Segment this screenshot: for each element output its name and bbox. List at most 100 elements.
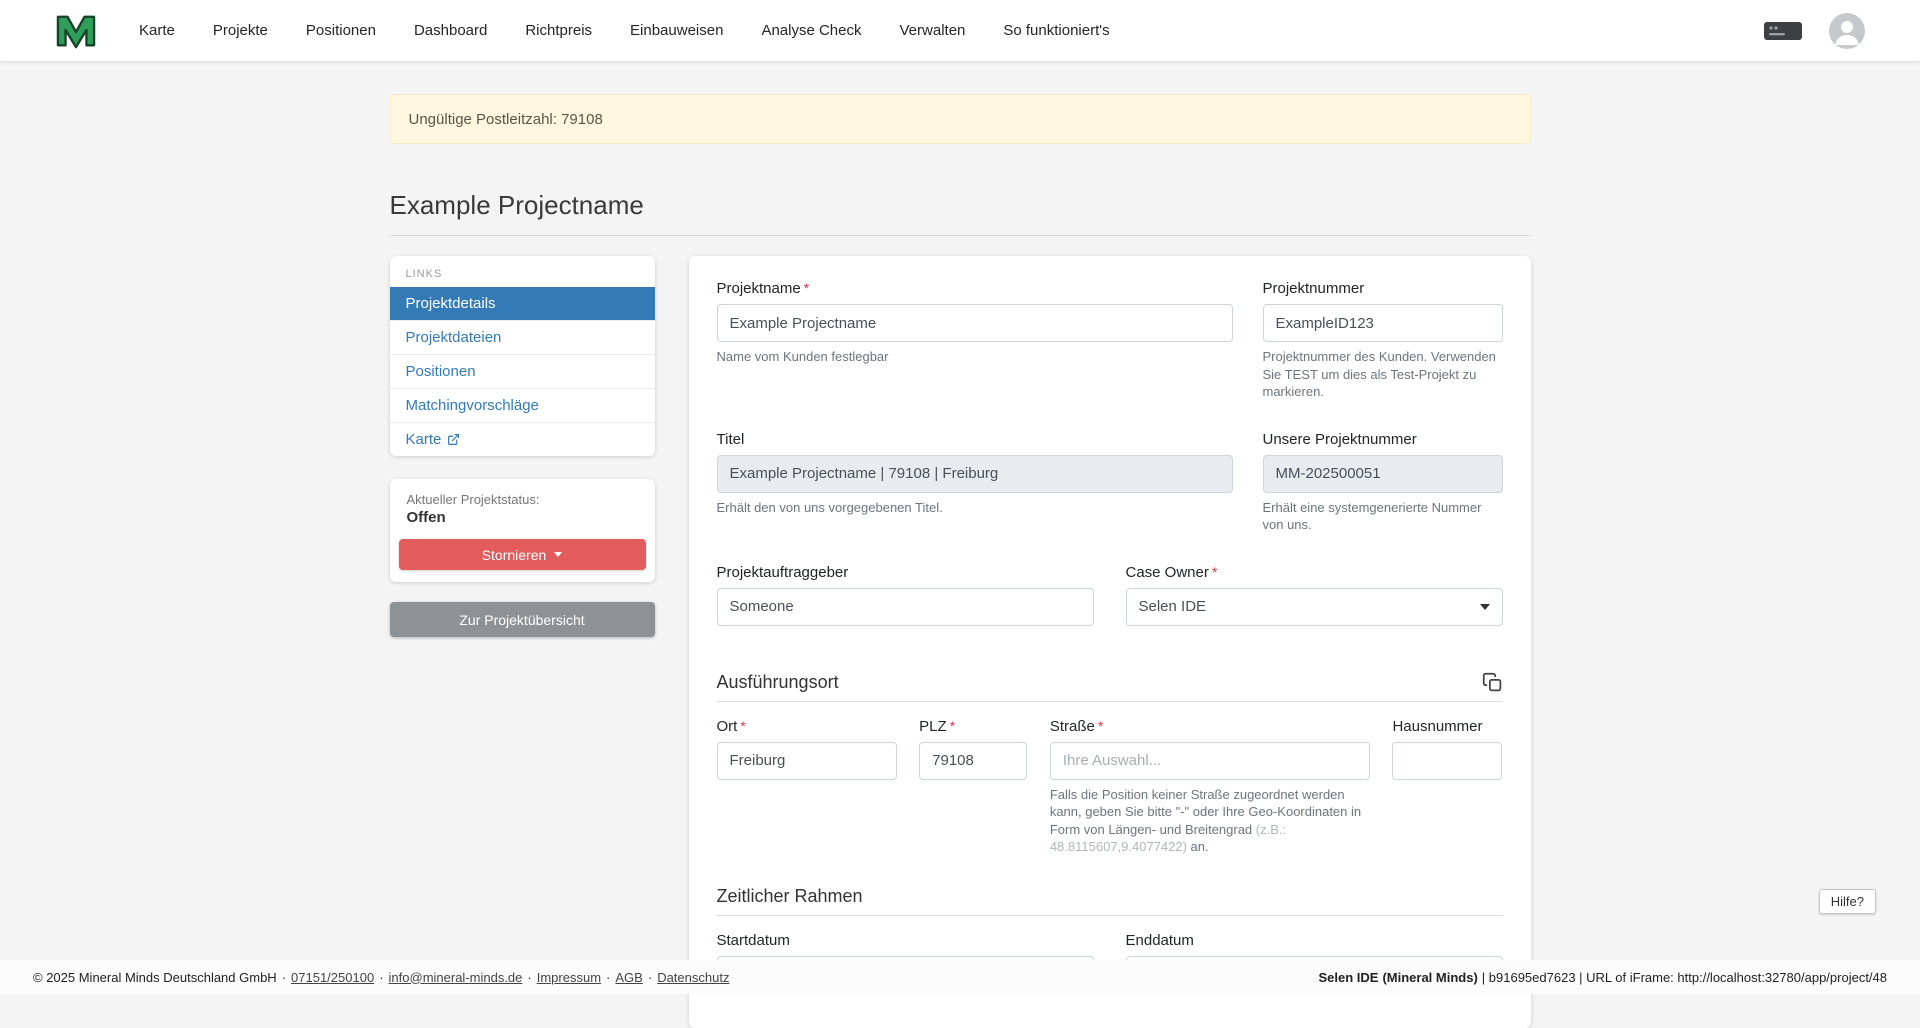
separator: · <box>527 970 531 985</box>
projektname-input[interactable] <box>717 304 1233 342</box>
nav-einbauweisen[interactable]: Einbauweisen <box>630 22 723 39</box>
required-asterisk: * <box>804 280 809 296</box>
separator: · <box>648 970 652 985</box>
required-asterisk: * <box>950 718 955 734</box>
caret-down-icon <box>554 552 562 557</box>
sidebar-item-karte[interactable]: Karte <box>390 422 655 456</box>
footer: © 2025 Mineral Minds Deutschland GmbH · … <box>0 960 1920 994</box>
titel-input <box>717 455 1233 493</box>
ausfuehrungsort-heading: Ausführungsort <box>717 672 839 693</box>
strasse-group: Straße* Falls die Position keiner Straße… <box>1050 718 1370 856</box>
warning-alert-text: Ungültige Postleitzahl: 79108 <box>409 111 603 128</box>
status-value: Offen <box>399 507 646 526</box>
footer-agb-link[interactable]: AGB <box>615 970 642 985</box>
chevron-down-icon <box>1480 604 1490 610</box>
nav-karte[interactable]: Karte <box>139 22 175 39</box>
case-owner-group: Case Owner* Selen IDE <box>1126 564 1503 626</box>
unsere-projektnummer-help: Erhält eine systemgenerierte Nummer von … <box>1263 499 1503 534</box>
sidebar-item-positionen[interactable]: Positionen <box>390 354 655 388</box>
zeitlicher-rahmen-heading: Zeitlicher Rahmen <box>717 886 863 907</box>
ort-label: Ort* <box>717 718 897 735</box>
ort-group: Ort* <box>717 718 897 856</box>
sidebar-item-projektdetails[interactable]: Projektdetails <box>390 287 655 320</box>
footer-user: Selen IDE <box>1318 970 1378 985</box>
projektnummer-help: Projektnummer des Kunden. Verwenden Sie … <box>1263 348 1503 401</box>
external-link-icon <box>447 433 460 446</box>
copy-icon[interactable] <box>1482 672 1503 693</box>
titel-help: Erhält den von uns vorgegebenen Titel. <box>717 499 1233 517</box>
divider <box>390 235 1531 236</box>
plz-label: PLZ* <box>919 718 1027 735</box>
nav-links: Karte Projekte Positionen Dashboard Rich… <box>139 22 1148 39</box>
footer-right: Selen IDE (Mineral Minds) | b91695ed7623… <box>1318 970 1887 985</box>
ort-input[interactable] <box>717 742 897 780</box>
footer-left: © 2025 Mineral Minds Deutschland GmbH · … <box>33 970 729 985</box>
mineral-minds-logo[interactable] <box>55 11 99 51</box>
project-details-form: Projektname* Name vom Kunden festlegbar … <box>689 256 1531 1028</box>
case-owner-label: Case Owner* <box>1126 564 1503 581</box>
projektauftraggeber-input[interactable] <box>717 588 1094 626</box>
unsere-projektnummer-input <box>1263 455 1503 493</box>
nav-positionen[interactable]: Positionen <box>306 22 376 39</box>
footer-email-link[interactable]: info@mineral-minds.de <box>389 970 523 985</box>
user-avatar[interactable] <box>1829 13 1865 49</box>
nav-verwalten[interactable]: Verwalten <box>900 22 966 39</box>
ausfuehrungsort-section-head: Ausführungsort <box>717 672 1503 693</box>
nav-richtpreis[interactable]: Richtpreis <box>525 22 592 39</box>
strasse-help: Falls die Position keiner Straße zugeord… <box>1050 786 1370 856</box>
sidebar-item-matchingvorschlaege[interactable]: Matchingvorschläge <box>390 388 655 422</box>
plz-group: PLZ* <box>919 718 1027 856</box>
project-overview-button[interactable]: Zur Projektübersicht <box>390 602 655 637</box>
footer-session-info: | b91695ed7623 | URL of iFrame: http://l… <box>1482 970 1887 985</box>
sidebar: LINKS Projektdetails Projektdateien Posi… <box>390 256 655 637</box>
sidebar-item-projektdateien[interactable]: Projektdateien <box>390 320 655 354</box>
form-row: Projektauftraggeber Case Owner* Selen ID… <box>717 564 1503 626</box>
required-asterisk: * <box>740 718 745 734</box>
plz-input[interactable] <box>919 742 1027 780</box>
nav-analyse-check[interactable]: Analyse Check <box>761 22 861 39</box>
status-card: Aktueller Projektstatus: Offen Storniere… <box>390 479 655 582</box>
copyright-text: © 2025 Mineral Minds Deutschland GmbH <box>33 970 277 985</box>
case-owner-select[interactable]: Selen IDE <box>1126 588 1503 626</box>
required-asterisk: * <box>1098 718 1103 734</box>
titel-group: Titel Erhält den von uns vorgegebenen Ti… <box>717 431 1233 534</box>
nav-so-funktionierts[interactable]: So funktioniert's <box>1003 22 1109 39</box>
projektnummer-group: Projektnummer Projektnummer des Kunden. … <box>1263 280 1503 401</box>
projektname-group: Projektname* Name vom Kunden festlegbar <box>717 280 1233 401</box>
zeitlicher-rahmen-section-head: Zeitlicher Rahmen <box>717 886 1503 907</box>
links-header: LINKS <box>390 256 655 287</box>
strasse-label: Straße* <box>1050 718 1370 735</box>
divider <box>717 915 1503 916</box>
stornieren-button[interactable]: Stornieren <box>399 539 646 570</box>
separator: · <box>282 970 286 985</box>
nav-dashboard[interactable]: Dashboard <box>414 22 487 39</box>
startdatum-label: Startdatum <box>717 932 1094 949</box>
stornieren-button-label: Stornieren <box>482 547 547 563</box>
sidebar-item-label: Karte <box>406 431 442 448</box>
titel-label: Titel <box>717 431 1233 448</box>
warning-alert: Ungültige Postleitzahl: 79108 <box>390 94 1531 144</box>
logo-icon <box>55 12 97 50</box>
footer-phone-link[interactable]: 07151/250100 <box>291 970 374 985</box>
unsere-projektnummer-label: Unsere Projektnummer <box>1263 431 1503 448</box>
strasse-input[interactable] <box>1050 742 1370 780</box>
enddatum-label: Enddatum <box>1126 932 1503 949</box>
nav-projekte[interactable]: Projekte <box>213 22 268 39</box>
help-button[interactable]: Hilfe? <box>1819 889 1876 914</box>
separator: · <box>379 970 383 985</box>
projektauftraggeber-group: Projektauftraggeber <box>717 564 1094 626</box>
page-title: Example Projectname <box>390 190 1531 221</box>
hausnummer-group: Hausnummer <box>1392 718 1502 856</box>
hausnummer-input[interactable] <box>1392 742 1502 780</box>
links-card: LINKS Projektdetails Projektdateien Posi… <box>390 256 655 456</box>
projektnummer-input[interactable] <box>1263 304 1503 342</box>
projektnummer-label: Projektnummer <box>1263 280 1503 297</box>
address-row: Ort* PLZ* Straße* Falls die P <box>717 718 1503 856</box>
footer-impressum-link[interactable]: Impressum <box>537 970 601 985</box>
footer-datenschutz-link[interactable]: Datenschutz <box>657 970 729 985</box>
separator: · <box>606 970 610 985</box>
form-row: Titel Erhält den von uns vorgegebenen Ti… <box>717 431 1503 534</box>
nav-right <box>1763 13 1865 49</box>
required-asterisk: * <box>1212 564 1217 580</box>
server-icon[interactable] <box>1763 18 1803 44</box>
